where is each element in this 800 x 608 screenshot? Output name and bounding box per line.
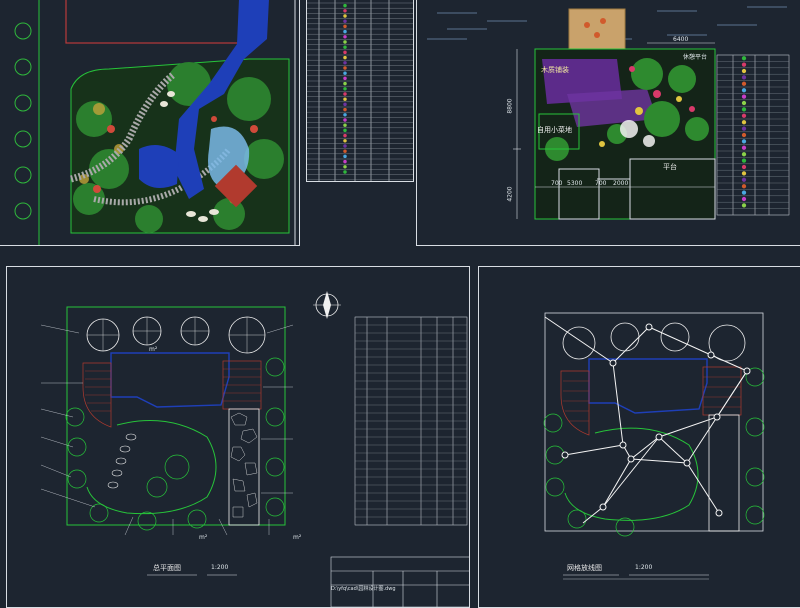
dimension-left-b: 4200 — [506, 186, 514, 202]
legend-swatch — [741, 75, 747, 80]
sheet-top-right-plan: 木质铺装 自用小菜地 平台 休憩平台 6400 8800 4200 700 53… — [416, 0, 800, 246]
legend-swatch — [741, 113, 747, 118]
legend-swatch — [343, 133, 347, 138]
legend-swatch — [741, 100, 747, 106]
dimension-bottom-d: 2000 — [613, 180, 629, 187]
legend-swatch — [741, 62, 747, 67]
bottom-left-scale: 1:200 — [211, 564, 229, 571]
dimension-top: 6400 — [673, 36, 689, 43]
legend-swatch — [343, 81, 347, 86]
sheet-top-middle-legend — [306, 0, 414, 182]
dimension-bottom-c: 700 — [595, 180, 607, 187]
legend-swatch — [741, 68, 747, 74]
drawing-file-reference: D:\yfq\cad\园林设计图.dwg — [331, 586, 396, 592]
legend-swatch — [741, 120, 747, 125]
dimension-bottom-a: 700 — [551, 180, 563, 187]
legend-swatch — [343, 50, 347, 55]
legend-swatch — [343, 35, 347, 39]
legend-swatch — [741, 203, 747, 208]
legend-swatch — [343, 3, 347, 8]
legend-swatch — [343, 9, 347, 13]
legend-swatch — [343, 19, 347, 23]
legend-swatch — [343, 14, 347, 18]
legend-swatch — [343, 159, 347, 164]
label-wood-paving: 木质铺装 — [541, 66, 569, 74]
legend-swatch — [343, 29, 347, 34]
legend-swatch — [741, 88, 747, 93]
legend-swatch — [343, 76, 347, 81]
legend-swatch — [343, 139, 347, 143]
legend-swatch — [741, 177, 747, 182]
legend-swatch — [343, 123, 347, 127]
dimension-bottom-b: 5300 — [567, 180, 583, 187]
legend-swatch — [741, 196, 747, 202]
sheet-bottom-left-plan: 总平面图 1:200 D:\yfq\cad\园林设计图.dwg m² m² m² — [6, 266, 470, 608]
label-platform: 平台 — [663, 163, 677, 171]
bottom-left-title: 总平面图 — [153, 564, 181, 572]
legend-swatch — [343, 144, 347, 148]
north-arrow-icon — [313, 291, 341, 319]
legend-swatch — [343, 71, 347, 75]
legend-swatch — [343, 113, 347, 117]
area-stamp-c: m² — [293, 534, 302, 541]
legend-swatch — [741, 152, 747, 157]
legend-swatch — [343, 40, 347, 44]
legend-swatch — [741, 171, 747, 176]
legend-swatch — [343, 45, 347, 49]
legend-swatch — [741, 184, 747, 189]
legend-swatch — [343, 102, 347, 107]
legend-swatch — [343, 154, 347, 159]
area-stamp-a: m² — [149, 346, 158, 353]
legend-swatch — [343, 128, 347, 133]
legend-swatch — [343, 92, 347, 96]
legend-swatch — [741, 190, 747, 195]
bottom-right-title: 网格放线图 — [567, 564, 602, 572]
bottom-left-plan-drawing — [40, 291, 469, 607]
legend-swatch — [343, 107, 347, 112]
top-right-plan-drawing — [427, 6, 790, 220]
dimension-left-a: 8800 — [506, 98, 514, 114]
top-left-plan-drawing — [14, 0, 296, 245]
legend-swatch — [343, 61, 347, 65]
legend-swatch — [741, 145, 747, 150]
label-vegetable-plot: 自用小菜地 — [537, 126, 572, 134]
legend-swatch — [741, 164, 747, 170]
legend-table-grid — [307, 0, 413, 181]
legend-swatch — [343, 149, 347, 153]
bottom-right-scale: 1:200 — [635, 564, 653, 571]
legend-swatch — [741, 158, 747, 163]
legend-swatch — [741, 81, 747, 86]
legend-swatch — [741, 56, 747, 61]
legend-swatch — [343, 55, 347, 60]
area-stamp-b: m² — [199, 534, 208, 541]
legend-swatch — [343, 97, 347, 101]
legend-swatch — [343, 87, 347, 91]
legend-swatch — [741, 94, 747, 99]
legend-swatch — [343, 24, 347, 29]
legend-swatch — [741, 107, 747, 112]
legend-swatch — [343, 170, 347, 174]
sheet-bottom-right-grid: 网格放线图 1:200 — [478, 266, 800, 608]
sheet-top-left-plan — [0, 0, 300, 246]
legend-swatch — [741, 139, 747, 144]
legend-swatch — [741, 126, 747, 131]
bottom-right-grid-drawing — [543, 312, 765, 580]
legend-swatch — [343, 66, 347, 70]
legend-swatch — [741, 132, 747, 138]
legend-swatch — [343, 118, 347, 122]
legend-swatch — [343, 165, 347, 169]
label-rest-platform: 休憩平台 — [683, 54, 708, 61]
